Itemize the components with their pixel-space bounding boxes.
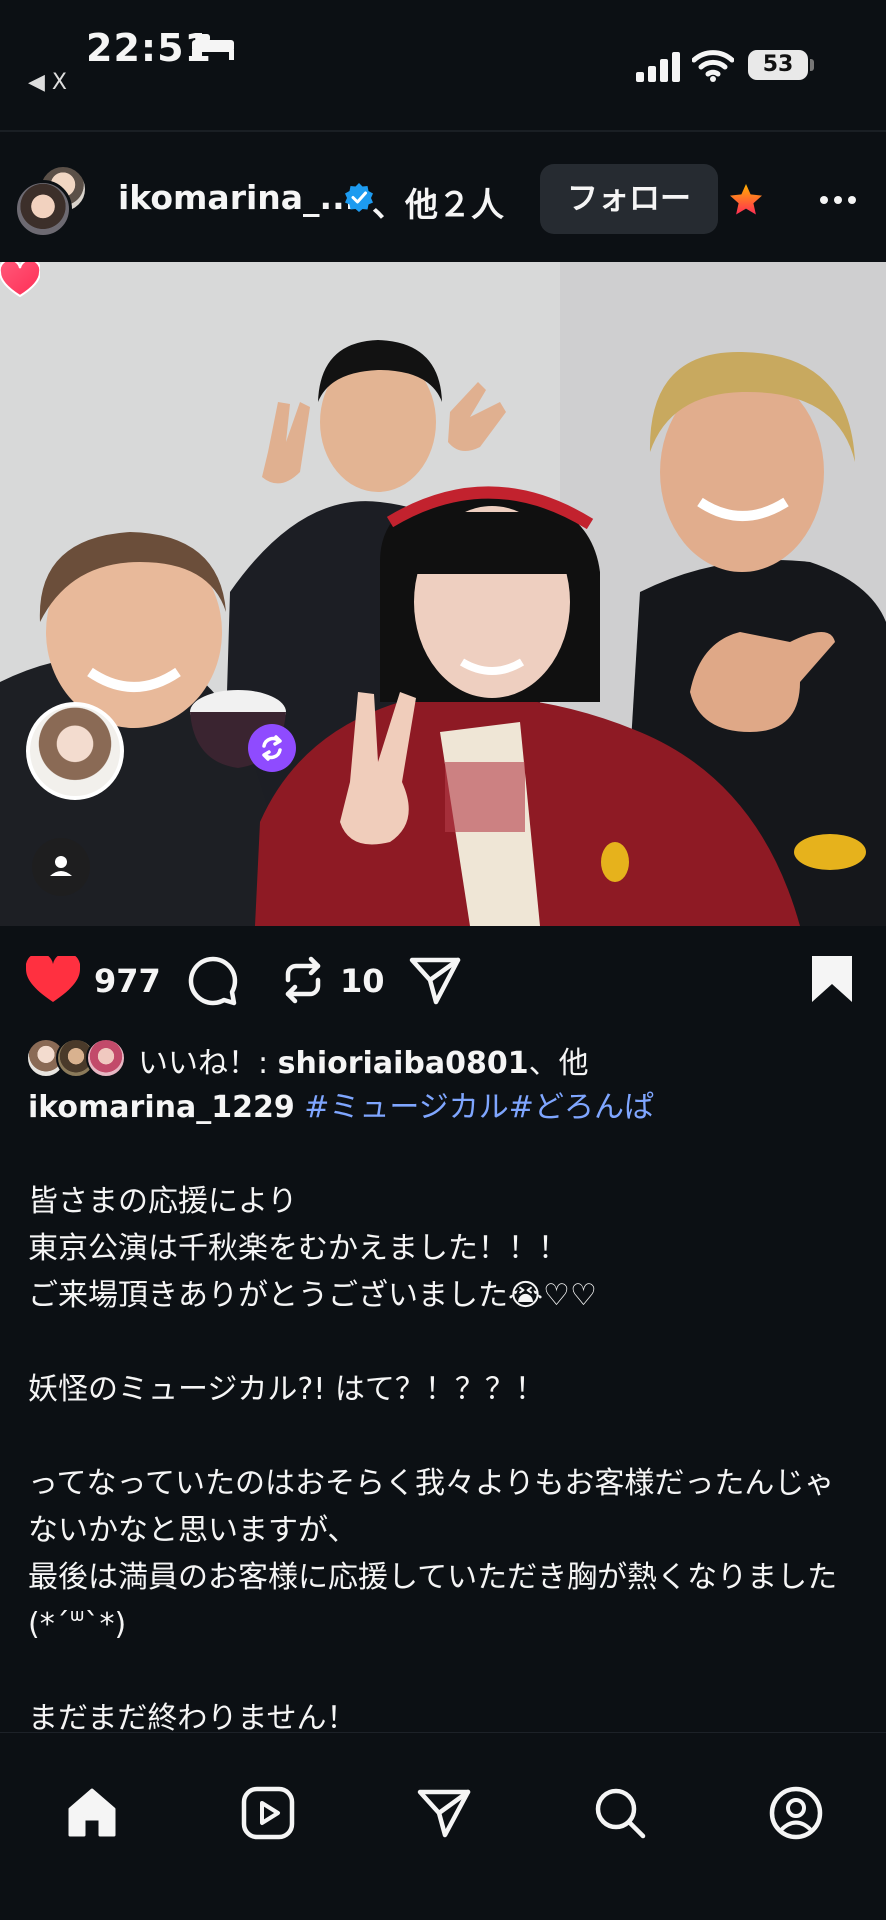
caption-hashtags[interactable]: #ミュージカル#どろんぱ [304, 1090, 654, 1125]
share-send-icon[interactable] [408, 954, 462, 1006]
bottom-navigation [0, 1732, 886, 1920]
sleep-focus-icon [192, 34, 234, 60]
liked-heart-icon [0, 262, 40, 298]
repost-sticker-icon [262, 735, 282, 761]
more-options-icon[interactable] [818, 194, 858, 206]
battery-tip [810, 59, 814, 71]
wifi-icon [692, 50, 734, 82]
caption-body: 皆さまの応援により 東京公演は千秋楽をむかえました！！！ ご来場頂きありがとうご… [28, 1184, 838, 1736]
home-icon[interactable] [64, 1785, 120, 1841]
battery-level: 53 [748, 50, 808, 80]
back-to-app-link[interactable]: ◀ X [28, 70, 67, 95]
direct-message-icon[interactable] [416, 1785, 472, 1841]
coauthors-count[interactable]: 、他２人 [372, 178, 504, 226]
post-caption: ikomarina_1229 #ミュージカル#どろんぱ 皆さまの応援により 東京… [28, 1084, 858, 1742]
tagged-people-icon[interactable] [32, 838, 90, 896]
liked-by-avatar[interactable] [26, 702, 124, 800]
search-icon[interactable] [592, 1785, 648, 1841]
author-username[interactable]: ikomarina_... [118, 178, 357, 217]
cellular-signal-icon [636, 52, 680, 82]
profile-icon[interactable] [768, 1785, 824, 1841]
liked-by-prefix: いいね！: [138, 1046, 278, 1081]
repost-icon[interactable] [278, 954, 328, 1006]
post-header: ikomarina_... 、他２人 フォロー [0, 132, 886, 262]
photo-scene [0, 262, 886, 926]
caption-username[interactable]: ikomarina_1229 [28, 1090, 295, 1125]
favorite-star-icon[interactable] [728, 182, 764, 218]
liked-by-avatars[interactable] [26, 1038, 130, 1078]
like-heart-icon[interactable] [26, 956, 80, 1004]
caption-head: ikomarina_1229 #ミュージカル#どろんぱ [28, 1084, 858, 1131]
verified-badge-icon [345, 183, 373, 212]
like-count[interactable]: 977 [94, 962, 161, 1000]
author-avatar[interactable] [14, 180, 72, 238]
repost-count[interactable]: 10 [340, 962, 385, 1000]
liked-by-suffix: 、他 [528, 1046, 589, 1081]
post-photo[interactable] [0, 262, 886, 926]
reels-icon[interactable] [240, 1785, 296, 1841]
follow-button[interactable]: フォロー [540, 164, 718, 234]
liked-by-username[interactable]: shioriaiba0801 [278, 1046, 529, 1081]
liked-by-text[interactable]: いいね！: shioriaiba0801、他 [138, 1038, 589, 1082]
status-bar: 22:51 ◀ X 53 [0, 0, 886, 130]
comment-icon[interactable] [186, 954, 238, 1006]
liker-avatar [86, 1038, 126, 1078]
person-icon [50, 856, 72, 876]
repost-sticker-badge [248, 724, 296, 772]
bookmark-icon[interactable] [810, 954, 854, 1004]
post-actions: 977 10 [0, 926, 886, 1036]
